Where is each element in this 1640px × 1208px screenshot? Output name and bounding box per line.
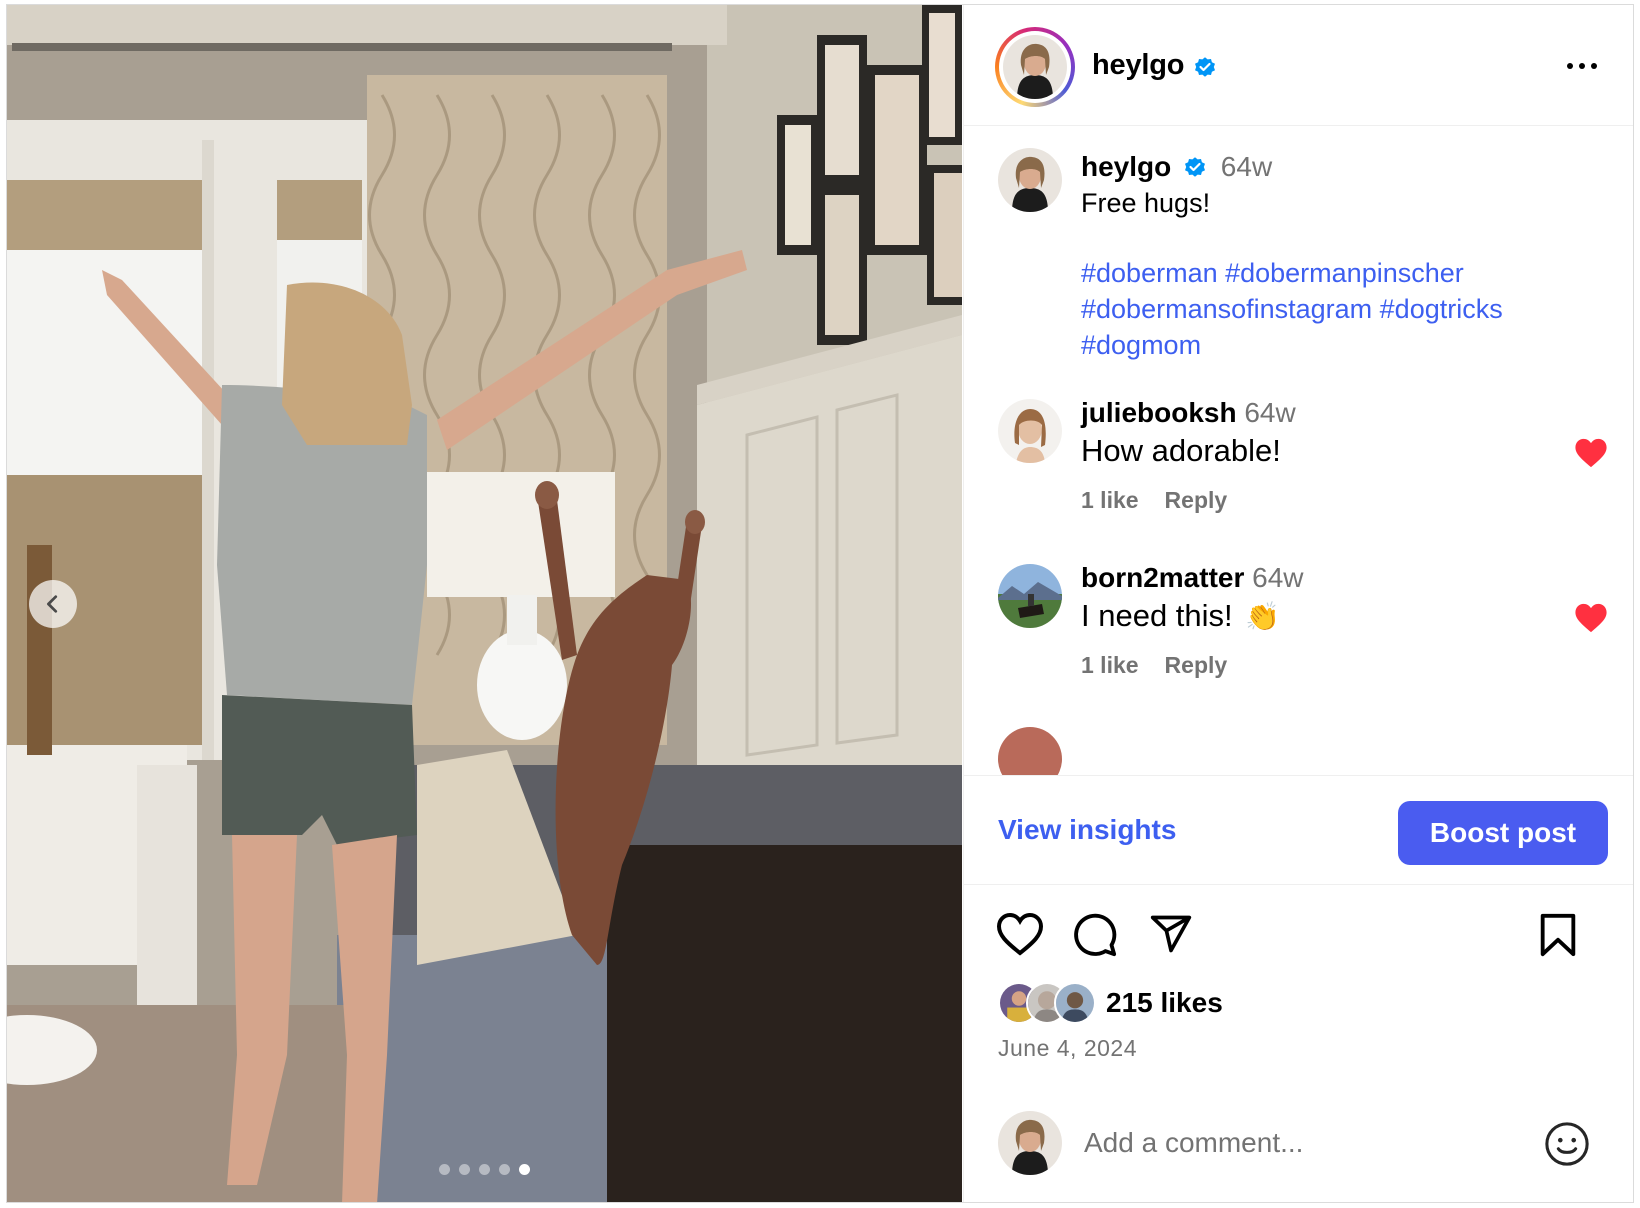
comment-header: juliebooksh 64w [1081,397,1296,429]
emoji-icon[interactable] [1544,1121,1590,1167]
hashtag-line[interactable]: #doberman #dobermanpinscher [1081,255,1601,291]
comment-text: How adorable! [1081,433,1281,468]
heart-icon[interactable] [1574,602,1608,634]
caption-header: heylgo 64w [1081,151,1272,183]
current-user-avatar [998,1111,1062,1175]
commenter-avatar[interactable] [998,399,1062,463]
add-comment-input[interactable] [1084,1121,1494,1165]
author-username[interactable]: heylgo [1092,49,1184,82]
post-date: June 4, 2024 [998,1035,1138,1061]
caption-time: 64w [1220,151,1273,182]
hashtag-line[interactable]: #dobermansofinstagram #dogtricks [1081,291,1601,327]
comment-username[interactable]: born2matter [1081,562,1244,593]
verified-badge-icon [1195,57,1215,77]
heart-icon[interactable] [996,912,1044,956]
clapping-hands-emoji: 👏 [1245,601,1281,632]
post-photo [7,5,962,1202]
comment-like-count[interactable]: 1 like [1081,652,1139,679]
carousel-dot [479,1164,490,1175]
comment-reply-button[interactable]: Reply [1165,487,1228,514]
post-header: heylgo [964,5,1633,126]
post-dialog: heylgo heylgo 64w Free hugs! #doberman #… [6,4,1634,1203]
bookmark-icon[interactable] [1538,912,1578,958]
caption-author-avatar[interactable] [998,148,1062,212]
comment-username[interactable]: juliebooksh [1081,397,1237,428]
liker-avatar [1054,982,1096,1024]
comment-text-body: I need this! [1081,598,1233,633]
share-icon[interactable] [1148,912,1194,956]
chevron-left-icon [47,595,58,613]
comment-text: I need this! 👏 [1081,598,1280,634]
insights-bar: View insights Boost post [964,775,1633,885]
add-comment-bar [964,1105,1633,1202]
comment-time: 64w [1244,397,1296,428]
carousel-dot-active [519,1164,530,1175]
commenter-avatar[interactable] [998,727,1062,775]
more-options-button[interactable] [1560,49,1604,83]
caption-username[interactable]: heylgo [1081,151,1171,182]
carousel-dot [499,1164,510,1175]
likers-avatars[interactable] [998,982,1108,1024]
author-avatar [1003,35,1067,99]
view-insights-link[interactable]: View insights [998,814,1176,846]
likes-count[interactable]: 215 likes [1106,987,1223,1019]
comment-header: born2matter 64w [1081,562,1304,594]
post-side-panel: heylgo heylgo 64w Free hugs! #doberman #… [963,5,1633,1202]
comment-item: juliebooksh 64w How adorable! 1 like Rep… [964,397,1633,547]
comment-meta: 1 like Reply [1081,487,1227,514]
comment-meta: 1 like Reply [1081,652,1227,679]
comment-icon[interactable] [1072,912,1118,958]
comment-reply-button[interactable]: Reply [1165,652,1228,679]
author-avatar-story-ring[interactable] [995,27,1075,107]
hashtag-line[interactable]: #dogmom [1081,327,1601,363]
carousel-indicator [439,1164,530,1175]
carousel-prev-button[interactable] [29,580,77,628]
more-icon [1567,63,1573,69]
commenter-avatar[interactable] [998,564,1062,628]
boost-post-button[interactable]: Boost post [1398,801,1608,865]
comment-time: 64w [1252,562,1304,593]
carousel-dot [459,1164,470,1175]
caption-text: Free hugs! [1081,188,1211,218]
post-media[interactable] [7,5,962,1202]
carousel-dot [439,1164,450,1175]
heart-icon[interactable] [1574,437,1608,469]
comment-item: born2matter 64w I need this! 👏 1 like Re… [964,562,1633,712]
caption-row: heylgo 64w Free hugs! #doberman #doberma… [964,127,1633,387]
caption-hashtags: #doberman #dobermanpinscher #dobermansof… [1081,255,1601,363]
comments-list[interactable]: heylgo 64w Free hugs! #doberman #doberma… [964,127,1633,775]
comment-like-count[interactable]: 1 like [1081,487,1139,514]
comment-item-partial [964,727,1633,775]
verified-badge-icon [1185,157,1206,177]
